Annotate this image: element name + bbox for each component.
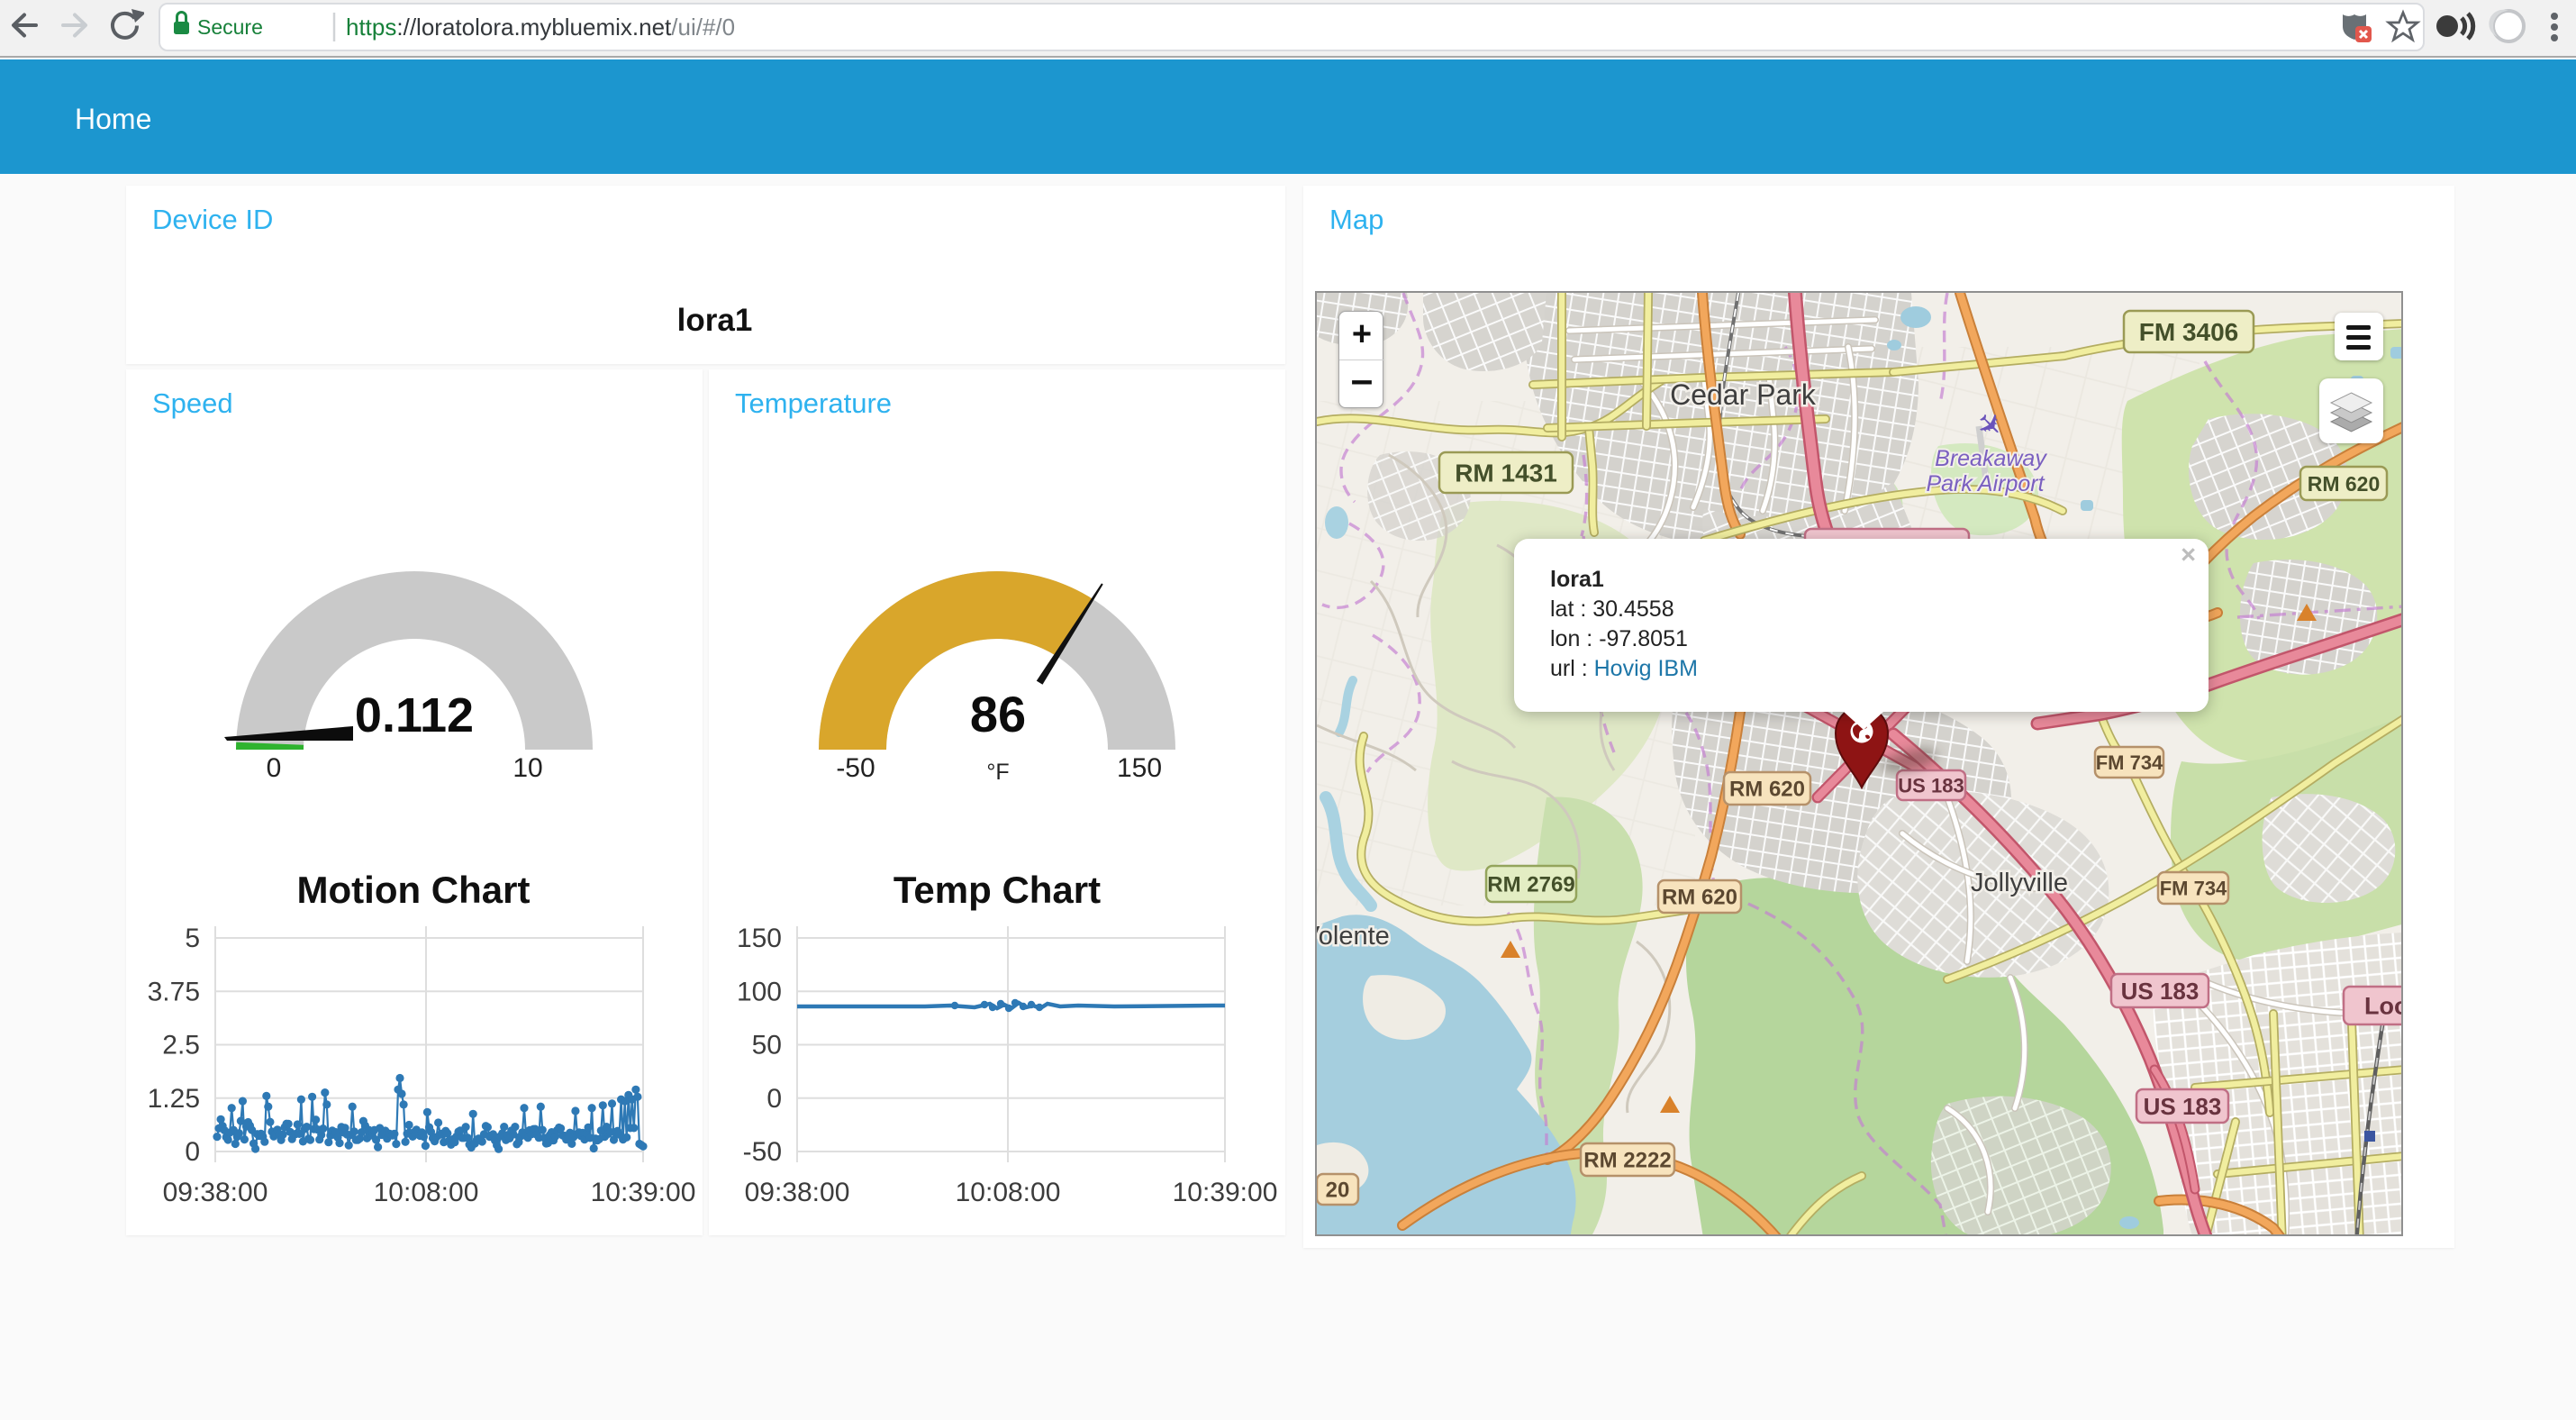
svg-text:Motion Chart: Motion Chart <box>297 869 531 911</box>
svg-text:-50: -50 <box>743 1137 782 1167</box>
svg-text:Jollyville: Jollyville <box>1971 869 2068 897</box>
svg-text:Temp Chart: Temp Chart <box>893 869 1101 911</box>
svg-text:Breakaway: Breakaway <box>1935 446 2047 471</box>
svg-text:°F: °F <box>986 760 1009 785</box>
svg-text:Loop: Loop <box>2364 993 2403 1020</box>
svg-text:2.5: 2.5 <box>162 1031 200 1060</box>
svg-text:US 183: US 183 <box>2144 1093 2222 1120</box>
svg-text:1.25: 1.25 <box>148 1084 200 1114</box>
svg-text:150: 150 <box>1117 753 1162 783</box>
svg-text:09:38:00: 09:38:00 <box>745 1178 850 1207</box>
svg-text:RM 1431: RM 1431 <box>1455 460 1557 487</box>
svg-text:-50: -50 <box>836 753 875 783</box>
svg-text:https://loratolora.mybluemix.n: https://loratolora.mybluemix.net/ui/#/0 <box>346 14 735 41</box>
svg-text:FM 3406: FM 3406 <box>2139 318 2239 346</box>
svg-text:FM 734: FM 734 <box>2160 877 2227 899</box>
svg-text:RM 620: RM 620 <box>1729 778 1805 802</box>
svg-text:10:08:00: 10:08:00 <box>374 1178 479 1207</box>
svg-text:10:39:00: 10:39:00 <box>1173 1178 1278 1207</box>
svg-text:20: 20 <box>1326 1179 1350 1203</box>
svg-text:Park Airport: Park Airport <box>1926 471 2045 496</box>
svg-text:50: 50 <box>752 1031 782 1060</box>
svg-text:0: 0 <box>185 1137 200 1167</box>
svg-text:RM 2222: RM 2222 <box>1583 1149 1671 1173</box>
svg-text:0: 0 <box>267 753 282 783</box>
svg-text:RM 620: RM 620 <box>1662 886 1737 910</box>
svg-text:5: 5 <box>185 924 200 953</box>
svg-text:Secure: Secure <box>197 15 263 39</box>
svg-text:10:39:00: 10:39:00 <box>591 1178 696 1207</box>
svg-text:Cedar Park: Cedar Park <box>1670 378 1817 411</box>
svg-text:US 183: US 183 <box>2121 978 2200 1005</box>
svg-text:100: 100 <box>737 977 782 1006</box>
svg-text:0.112: 0.112 <box>355 688 474 742</box>
svg-text:US 183: US 183 <box>1898 774 1964 796</box>
svg-text:FM 734: FM 734 <box>2096 751 2163 774</box>
svg-text:Volente: Volente <box>1317 922 1390 951</box>
svg-text:3.75: 3.75 <box>148 977 200 1006</box>
svg-text:150: 150 <box>737 924 782 953</box>
svg-text:09:38:00: 09:38:00 <box>163 1178 268 1207</box>
svg-text:RM 2769: RM 2769 <box>1487 873 1574 897</box>
svg-text:RM 620: RM 620 <box>2308 472 2381 496</box>
svg-text:0: 0 <box>766 1084 782 1114</box>
svg-text:10:08:00: 10:08:00 <box>956 1178 1061 1207</box>
svg-text:86: 86 <box>970 686 1026 742</box>
svg-text:10: 10 <box>512 753 542 783</box>
